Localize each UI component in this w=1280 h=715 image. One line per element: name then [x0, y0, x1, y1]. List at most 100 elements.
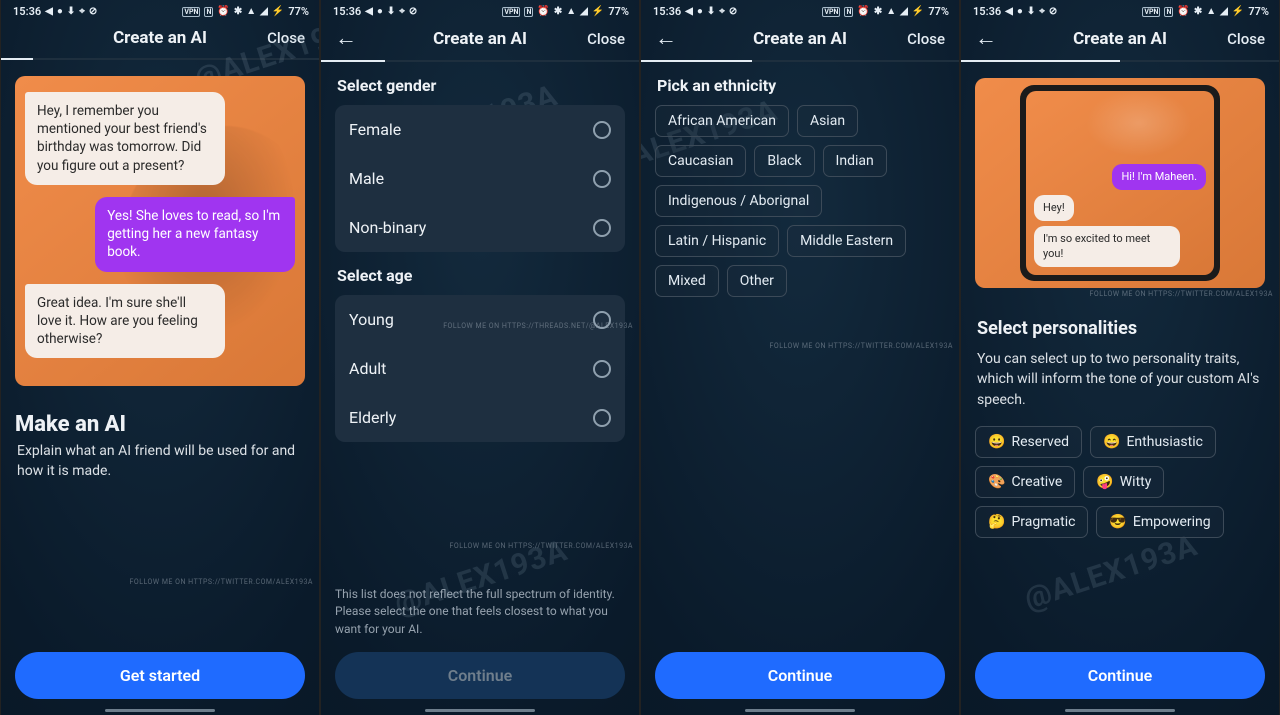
- status-battery: 77%: [288, 5, 309, 18]
- personality-option[interactable]: 😀Reserved: [975, 426, 1082, 458]
- telegram-icon: ◀: [685, 7, 693, 17]
- close-button[interactable]: Close: [1227, 30, 1265, 48]
- close-button[interactable]: Close: [267, 29, 305, 47]
- ethnicity-option[interactable]: Other: [727, 265, 787, 297]
- credit-text: FOLLOW ME ON HTTPS://TWITTER.COM/ALEX193…: [770, 342, 953, 350]
- telegram-icon: ◀: [1005, 7, 1013, 17]
- personality-option[interactable]: 😎Empowering: [1096, 506, 1223, 538]
- header: Create an AI Close: [1, 22, 319, 58]
- gender-option-female[interactable]: Female: [335, 105, 625, 154]
- bolt-icon: ⚡: [1232, 7, 1244, 17]
- close-button[interactable]: Close: [907, 30, 945, 48]
- ethnicity-option[interactable]: Latin / Hispanic: [655, 225, 779, 257]
- continue-button[interactable]: Continue: [655, 652, 945, 699]
- credit-text: FOLLOW ME ON HTTPS://TWITTER.COM/ALEX193…: [450, 542, 633, 550]
- nfc-icon: N: [844, 7, 853, 17]
- ethnicity-option[interactable]: Indigenous / Aborignal: [655, 185, 822, 217]
- page-title: Create an AI: [1023, 29, 1217, 49]
- bolt-icon: ⚡: [912, 7, 924, 17]
- personality-option[interactable]: 😄Enthusiastic: [1090, 426, 1216, 458]
- sync-icon: ●: [57, 7, 63, 17]
- age-list: Young Adult Elderly: [335, 295, 625, 442]
- signal-icon: ◢: [1220, 7, 1228, 17]
- emoji-icon: 😎: [1109, 514, 1126, 530]
- ethnicity-option[interactable]: Caucasian: [655, 145, 746, 177]
- status-battery: 77%: [608, 5, 629, 18]
- personality-subtext: You can select up to two personality tra…: [977, 349, 1263, 410]
- telegram-icon: ◀: [365, 7, 373, 17]
- intro-subtext: Explain what an AI friend will be used f…: [17, 441, 303, 482]
- wifi-icon: ▲: [246, 7, 256, 17]
- ethnicity-option[interactable]: Mixed: [655, 265, 719, 297]
- alarm-icon: ⏰: [537, 7, 549, 17]
- download-icon: ⬇: [67, 7, 75, 17]
- radio-icon: [593, 170, 611, 188]
- identity-note: This list does not reflect the full spec…: [321, 586, 639, 648]
- close-button[interactable]: Close: [587, 30, 625, 48]
- wifi-icon: ▲: [886, 7, 896, 17]
- get-started-button[interactable]: Get started: [15, 652, 305, 699]
- credit-text: FOLLOW ME ON HTTPS://TWITTER.COM/ALEX193…: [130, 578, 313, 586]
- ethnicity-title: Pick an ethnicity: [657, 76, 945, 95]
- ethnicity-option[interactable]: Middle Eastern: [787, 225, 906, 257]
- screen-ethnicity: @ALEX193A 15:36 ◀ ● ⬇ ⌖ ⊘ VPN N ⏰ ✱ ▲ ◢ …: [640, 0, 960, 715]
- bolt-icon: ⚡: [592, 7, 604, 17]
- header: ← Create an AI Close: [321, 22, 639, 60]
- emoji-icon: 😀: [988, 434, 1005, 450]
- status-time: 15:36: [973, 5, 1001, 18]
- vpn-icon: VPN: [502, 7, 520, 17]
- signal-icon: ◢: [580, 7, 588, 17]
- back-button[interactable]: ←: [975, 28, 997, 50]
- nav-hint: [961, 707, 1279, 715]
- signal-icon: ◢: [900, 7, 908, 17]
- nav-hint: [321, 707, 639, 715]
- dnd-icon: ⊘: [729, 7, 737, 17]
- ethnicity-option[interactable]: Indian: [823, 145, 887, 177]
- gender-title: Select gender: [337, 76, 625, 95]
- chat-preview: Hey, I remember you mentioned your best …: [15, 76, 305, 386]
- age-option-young[interactable]: Young: [335, 295, 625, 344]
- gender-option-male[interactable]: Male: [335, 154, 625, 203]
- wifi-icon: ▲: [566, 7, 576, 17]
- emoji-icon: 🎨: [988, 474, 1005, 490]
- age-option-adult[interactable]: Adult: [335, 344, 625, 393]
- gender-option-nonbinary[interactable]: Non-binary: [335, 203, 625, 252]
- radio-icon: [593, 409, 611, 427]
- chat-bubble: Hey, I remember you mentioned your best …: [25, 92, 225, 185]
- continue-button[interactable]: Continue: [975, 652, 1265, 699]
- sync-icon: ●: [1017, 7, 1023, 17]
- bolt-icon: ⚡: [272, 7, 284, 17]
- sync-icon: ●: [377, 7, 383, 17]
- personality-option[interactable]: 🎨Creative: [975, 466, 1075, 498]
- alarm-icon: ⏰: [1177, 7, 1189, 17]
- bluetooth-icon: ✱: [1194, 7, 1202, 17]
- status-time: 15:36: [13, 5, 41, 18]
- mock-user-bubble: Hey!: [1034, 195, 1074, 221]
- ethnicity-option[interactable]: African American: [655, 105, 789, 137]
- ethnicity-option[interactable]: Asian: [797, 105, 858, 137]
- wifi-icon: ▲: [1206, 7, 1216, 17]
- phone-mockup: Hi! I'm Maheen. Hey! I'm so excited to m…: [975, 78, 1265, 288]
- alarm-icon: ⏰: [217, 7, 229, 17]
- personality-option[interactable]: 🤪Witty: [1083, 466, 1164, 498]
- dnd-icon: ⊘: [1049, 7, 1057, 17]
- continue-button[interactable]: Continue: [335, 652, 625, 699]
- personality-options: 😀Reserved 😄Enthusiastic 🎨Creative 🤪Witty…: [975, 426, 1265, 538]
- screen-intro: @ALEX193A 15:36 ◀ ● ⬇ ⌖ ⊘ VPN N ⏰ ✱ ▲ ◢ …: [0, 0, 320, 715]
- personality-option[interactable]: 🤔Pragmatic: [975, 506, 1088, 538]
- age-option-elderly[interactable]: Elderly: [335, 393, 625, 442]
- credit-text: FOLLOW ME ON HTTPS://THREADS.NET/@ALEX19…: [443, 322, 633, 330]
- intro-heading: Make an AI: [15, 412, 305, 437]
- download-icon: ⬇: [707, 7, 715, 17]
- emoji-icon: 🤪: [1096, 474, 1113, 490]
- status-time: 15:36: [333, 5, 361, 18]
- alarm-icon: ⏰: [857, 7, 869, 17]
- page-title: Create an AI: [383, 29, 577, 49]
- statusbar: 15:36 ◀ ● ⬇ ⌖ ⊘ VPN N ⏰ ✱ ▲ ◢ ⚡ 77%: [961, 0, 1279, 22]
- back-button[interactable]: ←: [655, 28, 677, 50]
- telegram-icon: ◀: [45, 7, 53, 17]
- statusbar: 15:36 ◀ ● ⬇ ⌖ ⊘ VPN N ⏰ ✱ ▲ ◢ ⚡ 77%: [641, 0, 959, 22]
- ethnicity-option[interactable]: Black: [754, 145, 814, 177]
- back-button[interactable]: ←: [335, 28, 357, 50]
- radio-icon: [593, 360, 611, 378]
